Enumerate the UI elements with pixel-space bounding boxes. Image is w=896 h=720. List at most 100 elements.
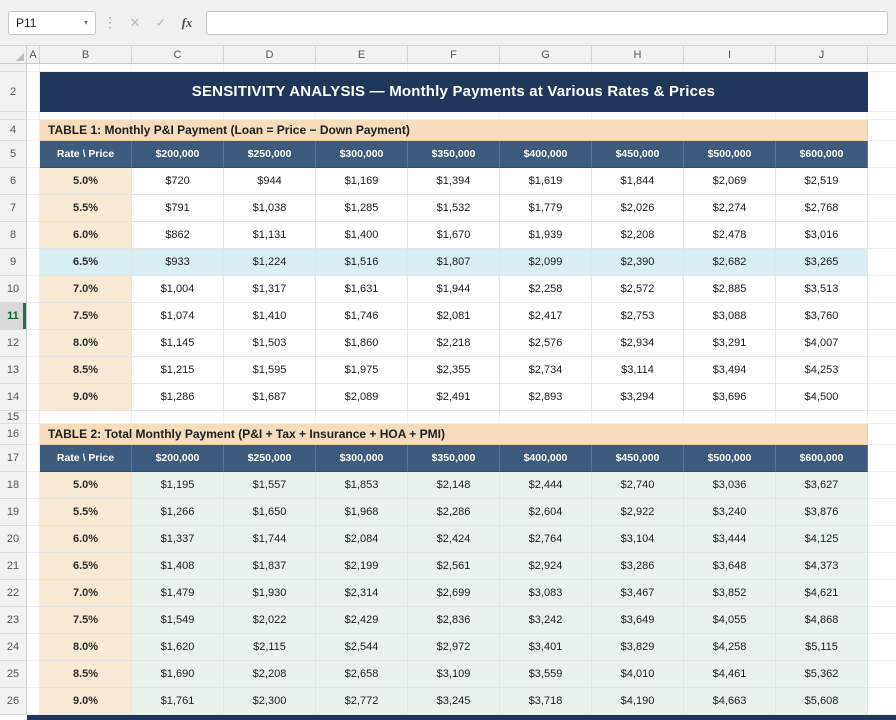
cell[interactable] — [27, 384, 40, 411]
value-cell[interactable]: $4,621 — [776, 580, 868, 607]
table-header-cell[interactable]: $200,000 — [132, 141, 224, 168]
value-cell[interactable]: $2,218 — [408, 330, 500, 357]
value-cell[interactable]: $1,807 — [408, 249, 500, 276]
cell[interactable] — [868, 72, 896, 112]
rate-cell[interactable]: 9.0% — [40, 384, 132, 411]
value-cell[interactable]: $1,930 — [224, 580, 316, 607]
value-cell[interactable]: $2,429 — [316, 607, 408, 634]
cell[interactable] — [27, 168, 40, 195]
cell[interactable] — [868, 499, 896, 526]
value-cell[interactable]: $1,038 — [224, 195, 316, 222]
cell[interactable] — [132, 112, 224, 120]
value-cell[interactable]: $1,746 — [316, 303, 408, 330]
value-cell[interactable]: $3,559 — [500, 661, 592, 688]
value-cell[interactable]: $2,300 — [224, 688, 316, 715]
value-cell[interactable]: $2,022 — [224, 607, 316, 634]
value-cell[interactable]: $4,461 — [684, 661, 776, 688]
cell[interactable] — [27, 661, 40, 688]
value-cell[interactable]: $1,215 — [132, 357, 224, 384]
table-caption-cell[interactable]: TABLE 2: Total Monthly Payment (P&I + Ta… — [40, 424, 868, 445]
cell[interactable] — [868, 249, 896, 276]
value-cell[interactable]: $4,190 — [592, 688, 684, 715]
value-cell[interactable]: $1,195 — [132, 472, 224, 499]
value-cell[interactable]: $3,109 — [408, 661, 500, 688]
rate-cell[interactable]: 7.0% — [40, 276, 132, 303]
value-cell[interactable]: $2,069 — [684, 168, 776, 195]
value-cell[interactable]: $3,401 — [500, 634, 592, 661]
cell[interactable] — [27, 472, 40, 499]
row-header[interactable]: 17 — [0, 445, 27, 472]
value-cell[interactable]: $3,294 — [592, 384, 684, 411]
value-cell[interactable]: $4,007 — [776, 330, 868, 357]
cell[interactable] — [27, 72, 40, 112]
value-cell[interactable]: $3,696 — [684, 384, 776, 411]
value-cell[interactable]: $2,922 — [592, 499, 684, 526]
column-header-J[interactable]: J — [776, 46, 868, 63]
row-header[interactable]: 20 — [0, 526, 27, 553]
cell[interactable] — [684, 411, 776, 424]
value-cell[interactable]: $2,274 — [684, 195, 776, 222]
value-cell[interactable]: $1,532 — [408, 195, 500, 222]
sheet-title-cell[interactable]: SENSITIVITY ANALYSIS — Monthly Payments … — [40, 72, 868, 112]
value-cell[interactable]: $2,572 — [592, 276, 684, 303]
rate-cell[interactable]: 8.0% — [40, 634, 132, 661]
cell[interactable] — [132, 411, 224, 424]
value-cell[interactable]: $4,373 — [776, 553, 868, 580]
value-cell[interactable]: $2,885 — [684, 276, 776, 303]
cell[interactable] — [27, 303, 40, 330]
cell[interactable] — [684, 112, 776, 120]
cell[interactable] — [500, 112, 592, 120]
value-cell[interactable]: $2,519 — [776, 168, 868, 195]
value-cell[interactable]: $2,699 — [408, 580, 500, 607]
value-cell[interactable]: $2,836 — [408, 607, 500, 634]
cell[interactable] — [868, 357, 896, 384]
value-cell[interactable]: $1,944 — [408, 276, 500, 303]
value-cell[interactable]: $1,853 — [316, 472, 408, 499]
cell[interactable] — [868, 445, 896, 472]
rate-cell[interactable]: 9.0% — [40, 688, 132, 715]
row-header[interactable]: 25 — [0, 661, 27, 688]
table-caption-cell[interactable]: TABLE 1: Monthly P&I Payment (Loan = Pri… — [40, 120, 868, 141]
table-header-cell[interactable]: $350,000 — [408, 141, 500, 168]
cell[interactable] — [868, 195, 896, 222]
cell[interactable] — [27, 553, 40, 580]
value-cell[interactable]: $720 — [132, 168, 224, 195]
cell[interactable] — [500, 64, 592, 72]
value-cell[interactable]: $3,627 — [776, 472, 868, 499]
cell[interactable] — [776, 64, 868, 72]
row-header[interactable]: 15 — [0, 411, 27, 424]
cell[interactable] — [27, 222, 40, 249]
cell[interactable] — [868, 580, 896, 607]
value-cell[interactable]: $2,764 — [500, 526, 592, 553]
value-cell[interactable]: $1,074 — [132, 303, 224, 330]
value-cell[interactable]: $1,631 — [316, 276, 408, 303]
cell[interactable] — [224, 64, 316, 72]
value-cell[interactable]: $1,650 — [224, 499, 316, 526]
cell[interactable] — [27, 607, 40, 634]
table-header-cell[interactable]: $350,000 — [408, 445, 500, 472]
value-cell[interactable]: $1,004 — [132, 276, 224, 303]
name-box[interactable]: P11 ▾ — [8, 11, 96, 35]
cell[interactable] — [27, 195, 40, 222]
cell[interactable] — [868, 303, 896, 330]
value-cell[interactable]: $2,444 — [500, 472, 592, 499]
cell[interactable] — [868, 141, 896, 168]
value-cell[interactable]: $1,286 — [132, 384, 224, 411]
value-cell[interactable]: $1,516 — [316, 249, 408, 276]
cell[interactable] — [684, 64, 776, 72]
row-header[interactable]: 12 — [0, 330, 27, 357]
value-cell[interactable]: $1,619 — [500, 168, 592, 195]
value-cell[interactable]: $1,317 — [224, 276, 316, 303]
row-header[interactable]: 10 — [0, 276, 27, 303]
cell[interactable] — [27, 688, 40, 715]
value-cell[interactable]: $2,740 — [592, 472, 684, 499]
column-header-A[interactable]: A — [27, 46, 40, 63]
fx-button[interactable]: fx — [176, 11, 198, 35]
cell[interactable] — [868, 424, 896, 445]
cell[interactable] — [868, 688, 896, 715]
value-cell[interactable]: $2,753 — [592, 303, 684, 330]
value-cell[interactable]: $1,549 — [132, 607, 224, 634]
rate-cell[interactable]: 7.5% — [40, 607, 132, 634]
value-cell[interactable]: $3,648 — [684, 553, 776, 580]
row-header[interactable]: 19 — [0, 499, 27, 526]
